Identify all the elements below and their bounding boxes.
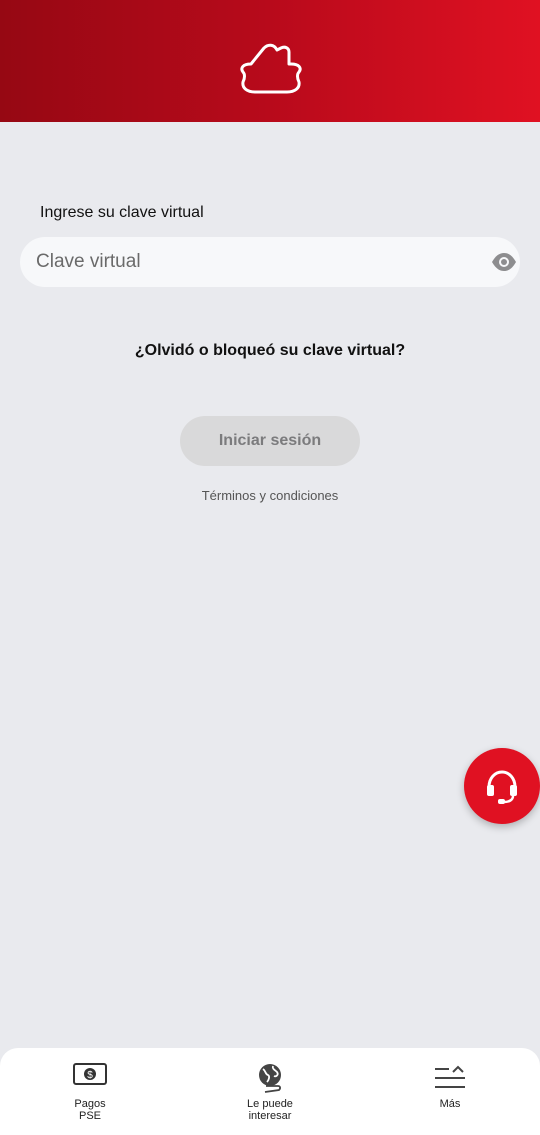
headset-icon bbox=[487, 770, 517, 804]
app-header bbox=[0, 0, 540, 122]
nav-item-le-puede-interesar[interactable]: Le puede interesar bbox=[210, 1048, 330, 1135]
nav-item-mas[interactable]: Más bbox=[390, 1048, 510, 1135]
house-outline-icon bbox=[240, 43, 302, 94]
password-field-container bbox=[20, 237, 520, 287]
nav-label-le-puede-interesar: Le puede interesar bbox=[247, 1098, 293, 1122]
banknote-icon: $ bbox=[73, 1063, 107, 1085]
login-button[interactable]: Iniciar sesión bbox=[180, 416, 360, 466]
forgot-password-link[interactable]: ¿Olvidó o bloqueó su clave virtual? bbox=[0, 342, 540, 360]
nav-item-pagos-pse[interactable]: $ Pagos PSE bbox=[30, 1048, 150, 1135]
bottom-navigation: $ Pagos PSE Le puede interesar Más bbox=[0, 1048, 540, 1135]
password-field-label: Ingrese su clave virtual bbox=[40, 204, 204, 221]
menu-icon bbox=[435, 1065, 465, 1088]
eye-icon[interactable] bbox=[491, 252, 517, 272]
nav-label-pagos-pse: Pagos PSE bbox=[74, 1098, 106, 1122]
support-button[interactable] bbox=[464, 748, 540, 824]
login-screen: Ingrese su clave virtual ¿Olvidó o bloqu… bbox=[0, 0, 540, 1135]
nav-label-mas: Más bbox=[439, 1098, 461, 1110]
globe-icon bbox=[259, 1064, 281, 1093]
terms-link[interactable]: Términos y condiciones bbox=[0, 488, 540, 503]
svg-text:$: $ bbox=[87, 1070, 93, 1081]
password-input[interactable] bbox=[36, 237, 466, 287]
